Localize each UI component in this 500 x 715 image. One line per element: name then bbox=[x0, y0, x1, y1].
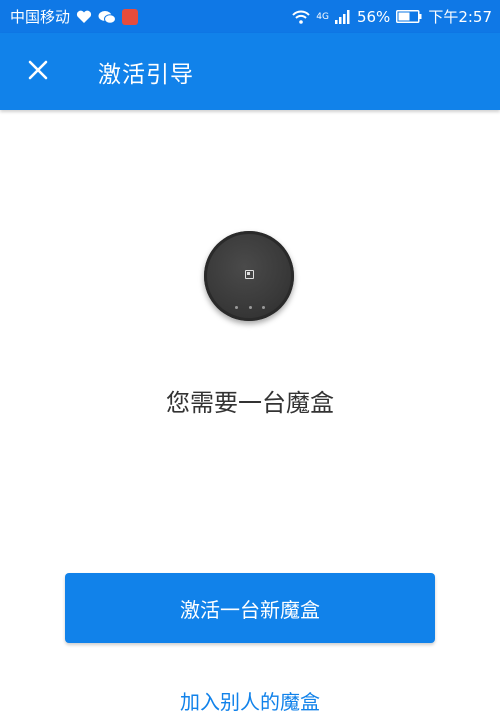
indicator-dot bbox=[262, 306, 265, 309]
status-bar: 中国移动 4G 56% 下午2:57 bbox=[0, 0, 500, 33]
app-notification-icon bbox=[122, 8, 139, 25]
status-bar-left: 中国移动 bbox=[10, 6, 139, 27]
app-bar: 激活引导 bbox=[0, 33, 500, 110]
battery-icon bbox=[396, 10, 422, 23]
indicator-dot bbox=[235, 306, 238, 309]
heart-icon bbox=[76, 10, 92, 24]
clock: 下午2:57 bbox=[428, 8, 492, 26]
requirement-message: 您需要一台魔盒 bbox=[166, 389, 334, 417]
magic-box-device-image bbox=[204, 231, 294, 321]
battery-percent: 56% bbox=[356, 7, 391, 26]
close-button[interactable] bbox=[18, 52, 58, 92]
close-icon bbox=[28, 60, 48, 84]
device-logo-icon bbox=[245, 270, 254, 279]
signal-icon bbox=[334, 9, 351, 24]
network-type: 4G bbox=[316, 12, 329, 22]
status-bar-right: 4G 56% 下午2:57 bbox=[292, 6, 492, 27]
wifi-icon bbox=[292, 10, 310, 24]
device-indicator-dots bbox=[235, 306, 265, 309]
indicator-dot bbox=[248, 306, 252, 309]
wechat-icon bbox=[98, 10, 117, 24]
carrier-label: 中国移动 bbox=[10, 8, 71, 26]
page-title: 激活引导 bbox=[98, 61, 194, 88]
activate-new-box-button[interactable]: 激活一台新魔盒 bbox=[65, 573, 435, 643]
